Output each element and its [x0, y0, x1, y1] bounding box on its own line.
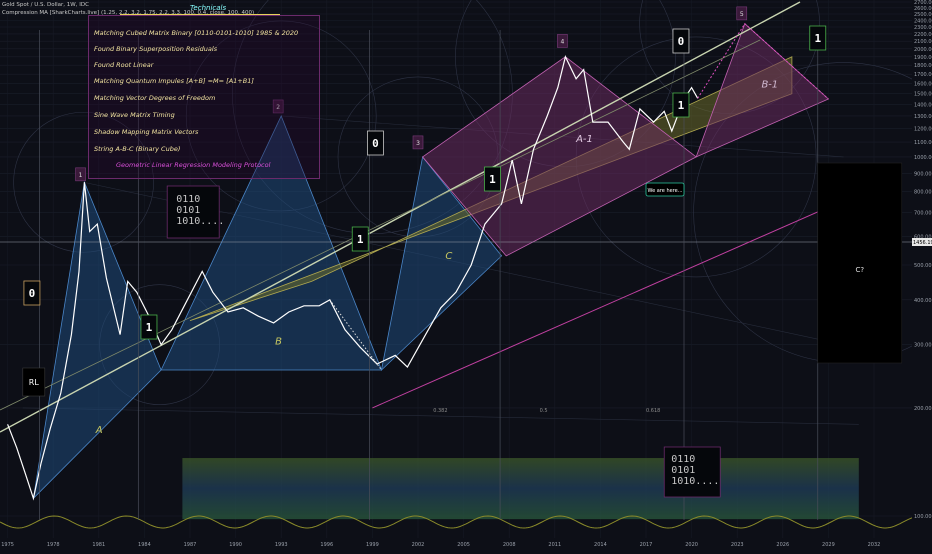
x-tick-label: 1978	[47, 542, 60, 548]
y-tick-label: 1500.00	[914, 92, 932, 98]
x-tick-label: 1993	[275, 542, 288, 548]
x-tick-label: 1999	[366, 542, 379, 548]
y-tick-label: 400.00	[914, 298, 932, 304]
x-tick-label: 2011	[548, 542, 561, 548]
rl-label: RL	[29, 378, 40, 387]
technicals-item: Geometric Linear Regression Modeling Pro…	[116, 161, 271, 169]
price-tag-label: 1456.19	[913, 240, 932, 246]
wave-label: A-1	[575, 134, 593, 145]
y-tick-label: 200.00	[914, 406, 932, 412]
pivot-number: 3	[416, 140, 420, 147]
wave-label: C	[445, 251, 452, 262]
binary-block-bottom-line: 1010....	[671, 476, 719, 487]
x-tick-label: 2017	[640, 542, 653, 548]
wave-label: A	[95, 425, 103, 436]
marker-one: 1	[489, 173, 496, 186]
pivot-number: 1	[79, 172, 83, 179]
y-tick-label: 800.00	[914, 190, 932, 196]
fib-label: 0.5	[540, 408, 548, 414]
y-tick-label: 2400.00	[914, 18, 932, 24]
technicals-item: Sine Wave Matrix Timing	[94, 111, 175, 119]
marker-zero: 0	[678, 35, 685, 48]
y-tick-label: 1700.00	[914, 72, 932, 78]
fib-band	[182, 458, 859, 520]
marker-one: 1	[814, 32, 821, 45]
y-tick-label: 100.00	[914, 514, 932, 520]
marker-one: 1	[678, 99, 685, 112]
binary-block-bottom-line: 0101	[671, 465, 695, 476]
x-tick-label: 2002	[412, 542, 425, 548]
chart-stage: 0.382 0.5 0.618 0 1 1 0 1 1 1 0 RL 0110 0101 1010....…	[0, 0, 932, 550]
fib-label: 0.618	[646, 408, 660, 414]
technicals-item: Matching Quantum Impules [A+B] =M= [A1+B…	[94, 77, 254, 85]
binary-block-bottom-line: 0110	[671, 454, 695, 465]
y-tick-label: 1600.00	[914, 82, 932, 88]
marker-one: 1	[357, 233, 364, 246]
x-tick-label: 2023	[731, 542, 744, 548]
x-tick-label: 1996	[320, 542, 333, 548]
technicals-title: Technicals	[190, 4, 227, 12]
y-tick-label: 1900.00	[914, 55, 932, 61]
technicals-item: String A-B-C (Binary Cube)	[94, 145, 181, 153]
y-tick-label: 1200.00	[914, 126, 932, 132]
y-tick-label: 2600.00	[914, 6, 932, 12]
x-tick-label: 1981	[92, 542, 105, 548]
y-tick-label: 1000.00	[914, 155, 932, 161]
y-tick-label: 300.00	[914, 343, 932, 349]
y-tick-label: 2700.00	[914, 0, 932, 6]
y-axis: 100.00200.00300.00400.00500.00600.00700.…	[912, 0, 932, 550]
x-tick-label: 2029	[822, 542, 835, 548]
c-question-box	[817, 162, 903, 364]
technicals-item: Matching Vector Degrees of Freedom	[94, 94, 216, 102]
x-tick-label: 2026	[776, 542, 789, 548]
y-tick-label: 1400.00	[914, 102, 932, 108]
y-tick-label: 2100.00	[914, 39, 932, 45]
x-tick-label: 1975	[1, 542, 14, 548]
y-tick-label: 900.00	[914, 171, 932, 177]
x-tick-label: 2014	[594, 542, 607, 548]
y-tick-label: 1800.00	[914, 63, 932, 69]
y-tick-label: 1300.00	[914, 114, 932, 120]
binary-block-line: 0101	[176, 205, 200, 216]
y-tick-label: 700.00	[914, 211, 932, 217]
we-are-here-label: We are here...	[647, 188, 682, 194]
binary-block-line: 0110	[176, 194, 200, 205]
x-tick-label: 1990	[229, 542, 242, 548]
technicals-underline	[120, 14, 280, 15]
wave-label: B	[275, 337, 282, 348]
marker-one: 1	[146, 321, 153, 334]
technicals-item: Found Root Linear	[94, 61, 154, 69]
x-tick-label: 2008	[503, 542, 516, 548]
wave-label: B-1	[762, 80, 779, 91]
pivot-number: 5	[740, 11, 744, 18]
y-tick-label: 2500.00	[914, 12, 932, 18]
y-tick-label: 500.00	[914, 263, 932, 269]
marker-zero: 0	[29, 287, 36, 300]
pivot-number: 4	[560, 38, 564, 45]
y-tick-label: 1100.00	[914, 140, 932, 146]
y-tick-label: 2300.00	[914, 25, 932, 31]
y-tick-label: 2000.00	[914, 47, 932, 53]
x-tick-label: 1984	[138, 542, 151, 548]
c-question-label: C?	[855, 266, 864, 274]
x-tick-label: 2020	[685, 542, 698, 548]
x-tick-label: 1987	[184, 542, 197, 548]
y-tick-label: 2200.00	[914, 32, 932, 38]
technicals-item: Found Binary Superposition Residuals	[94, 45, 218, 53]
technicals-item: Shadow Mapping Matrix Vectors	[94, 128, 199, 136]
binary-block-line: 1010....	[176, 216, 224, 227]
technicals-item: Matching Cubed Matrix Binary [0110-0101-…	[94, 29, 299, 37]
x-tick-label: 2032	[868, 542, 881, 548]
marker-zero: 0	[372, 137, 379, 150]
symbol-title: Gold Spot / U.S. Dollar, 1W, IDC	[2, 2, 89, 8]
x-tick-label: 2005	[457, 542, 470, 548]
fib-label: 0.382	[433, 408, 447, 414]
